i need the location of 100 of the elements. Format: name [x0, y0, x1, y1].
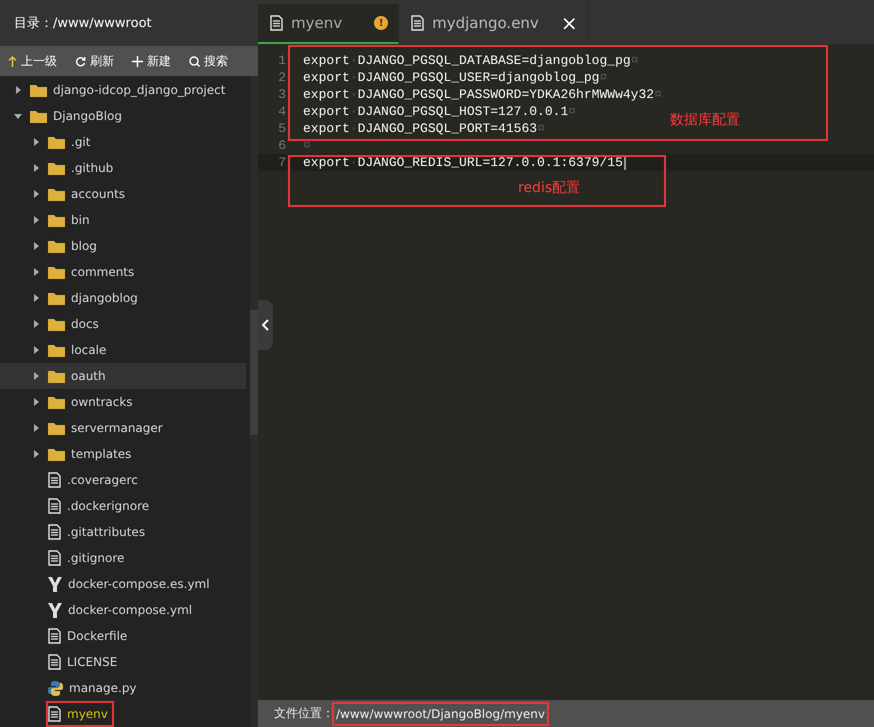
directory-path: 目录：/www/wwwroot [0, 0, 258, 46]
tree-item[interactable]: .gitattributes [0, 519, 246, 545]
file-name: docker-compose.es.yml [68, 577, 210, 591]
collapse-handle[interactable] [258, 300, 273, 350]
tree-item[interactable]: django-idcop_django_project [0, 77, 246, 103]
tree-item[interactable]: LICENSE [0, 649, 246, 675]
file-name: docker-compose.yml [68, 603, 192, 617]
file-icon [48, 498, 61, 514]
plus-icon [132, 56, 143, 66]
tree-item[interactable]: .coveragerc [0, 467, 246, 493]
tree-item[interactable]: blog [0, 233, 246, 259]
chevron-left-icon [262, 319, 269, 331]
tree-item[interactable]: docker-compose.es.yml [0, 571, 246, 597]
file-name: blog [71, 239, 97, 253]
tree-item[interactable]: Dockerfile [0, 623, 246, 649]
folder-icon [48, 240, 65, 252]
editor-tab[interactable]: myenv ! [258, 4, 400, 44]
file-name: .git [71, 135, 90, 149]
folder-icon [48, 370, 65, 382]
tree-item[interactable]: .github [0, 155, 246, 181]
file-name: .github [71, 161, 114, 175]
refresh-icon [75, 56, 86, 66]
unsaved-badge: ! [374, 16, 388, 30]
file-name: comments [71, 265, 134, 279]
tree-item[interactable]: servermanager [0, 415, 246, 441]
folder-icon [48, 136, 65, 148]
file-name: manage.py [69, 681, 137, 695]
file-name: myenv [67, 707, 108, 721]
tree-item[interactable]: bin [0, 207, 246, 233]
toolbar-button[interactable]: 新建 [130, 52, 173, 70]
folder-icon [48, 162, 65, 174]
file-icon [48, 472, 61, 488]
folder-icon [48, 292, 65, 304]
code-line: export·DJANGO_PGSQL_HOST=127.0.0.1¤ [303, 104, 576, 119]
file-name: django-idcop_django_project [53, 83, 226, 97]
tree-item[interactable]: accounts [0, 181, 246, 207]
file-icon [48, 550, 61, 566]
file-name: oauth [71, 369, 106, 383]
file-name: .dockerignore [67, 499, 150, 513]
file-icon [48, 654, 61, 670]
code-line: export·DJANGO_PGSQL_DATABASE=djangoblog_pg¤ [303, 53, 638, 68]
tab-label: myenv [291, 14, 342, 32]
line-number: 4 [277, 104, 286, 119]
status-label: 文件位置： [274, 705, 334, 722]
tree-item[interactable]: manage.py [0, 675, 246, 701]
code-line: export·DJANGO_PGSQL_USER=djangoblog_pg¤ [303, 70, 608, 85]
file-name: djangoblog [71, 291, 138, 305]
folder-icon [48, 396, 65, 408]
folder-icon [30, 110, 47, 122]
folder-icon [30, 84, 47, 96]
python-icon [48, 680, 63, 696]
file-name: bin [71, 213, 90, 227]
yaml-icon [48, 602, 62, 618]
file-icon [48, 524, 61, 540]
line-number: 3 [277, 87, 286, 102]
tree-item[interactable]: comments [0, 259, 246, 285]
file-name: .gitattributes [67, 525, 146, 539]
tree-item[interactable]: docker-compose.yml [0, 597, 246, 623]
file-name: Dockerfile [67, 629, 128, 643]
toolbar-button[interactable]: 搜索 [187, 52, 230, 70]
search-icon [189, 56, 200, 66]
annotation-label: 数据库配置 [670, 111, 740, 129]
tree-item[interactable]: oauth [0, 363, 246, 389]
file-name: locale [71, 343, 106, 357]
code-line: ¤ [303, 138, 311, 153]
code-line: export·DJANGO_REDIS_URL=127.0.0.1:6379/15 [303, 155, 626, 170]
tree-item[interactable]: .git [0, 129, 246, 155]
line-number: 1 [277, 53, 286, 68]
up-arrow-icon [8, 56, 17, 66]
line-number: 6 [277, 138, 286, 153]
tree-item[interactable]: djangoblog [0, 285, 246, 311]
scrollbar[interactable] [250, 76, 258, 727]
tree-item[interactable]: .dockerignore [0, 493, 246, 519]
code-line: export·DJANGO_PGSQL_PORT=41563¤ [303, 121, 545, 136]
tab-label: mydjango.env [432, 14, 539, 32]
toolbar-button[interactable]: 上一级 [6, 52, 59, 70]
file-icon [411, 15, 424, 31]
file-icon [48, 706, 61, 722]
file-name: docs [71, 317, 99, 331]
annotation-label: redis配置 [518, 179, 580, 197]
file-icon [270, 15, 283, 31]
file-name: .gitignore [67, 551, 124, 565]
file-name: .coveragerc [67, 473, 138, 487]
tree-item[interactable]: myenv [0, 701, 246, 727]
close-button[interactable]: × [560, 11, 578, 35]
file-name: DjangoBlog [53, 109, 122, 123]
line-number: 5 [277, 121, 286, 136]
tree-item[interactable]: owntracks [0, 389, 246, 415]
toolbar-button[interactable]: 刷新 [73, 52, 116, 70]
file-name: accounts [71, 187, 126, 201]
tree-item[interactable]: .gitignore [0, 545, 246, 571]
file-icon [48, 628, 61, 644]
folder-icon [48, 344, 65, 356]
folder-icon [48, 214, 65, 226]
tree-item[interactable]: docs [0, 311, 246, 337]
tree-item[interactable]: templates [0, 441, 246, 467]
file-name: owntracks [71, 395, 133, 409]
tree-item[interactable]: DjangoBlog [0, 103, 246, 129]
folder-icon [48, 448, 65, 460]
tree-item[interactable]: locale [0, 337, 246, 363]
